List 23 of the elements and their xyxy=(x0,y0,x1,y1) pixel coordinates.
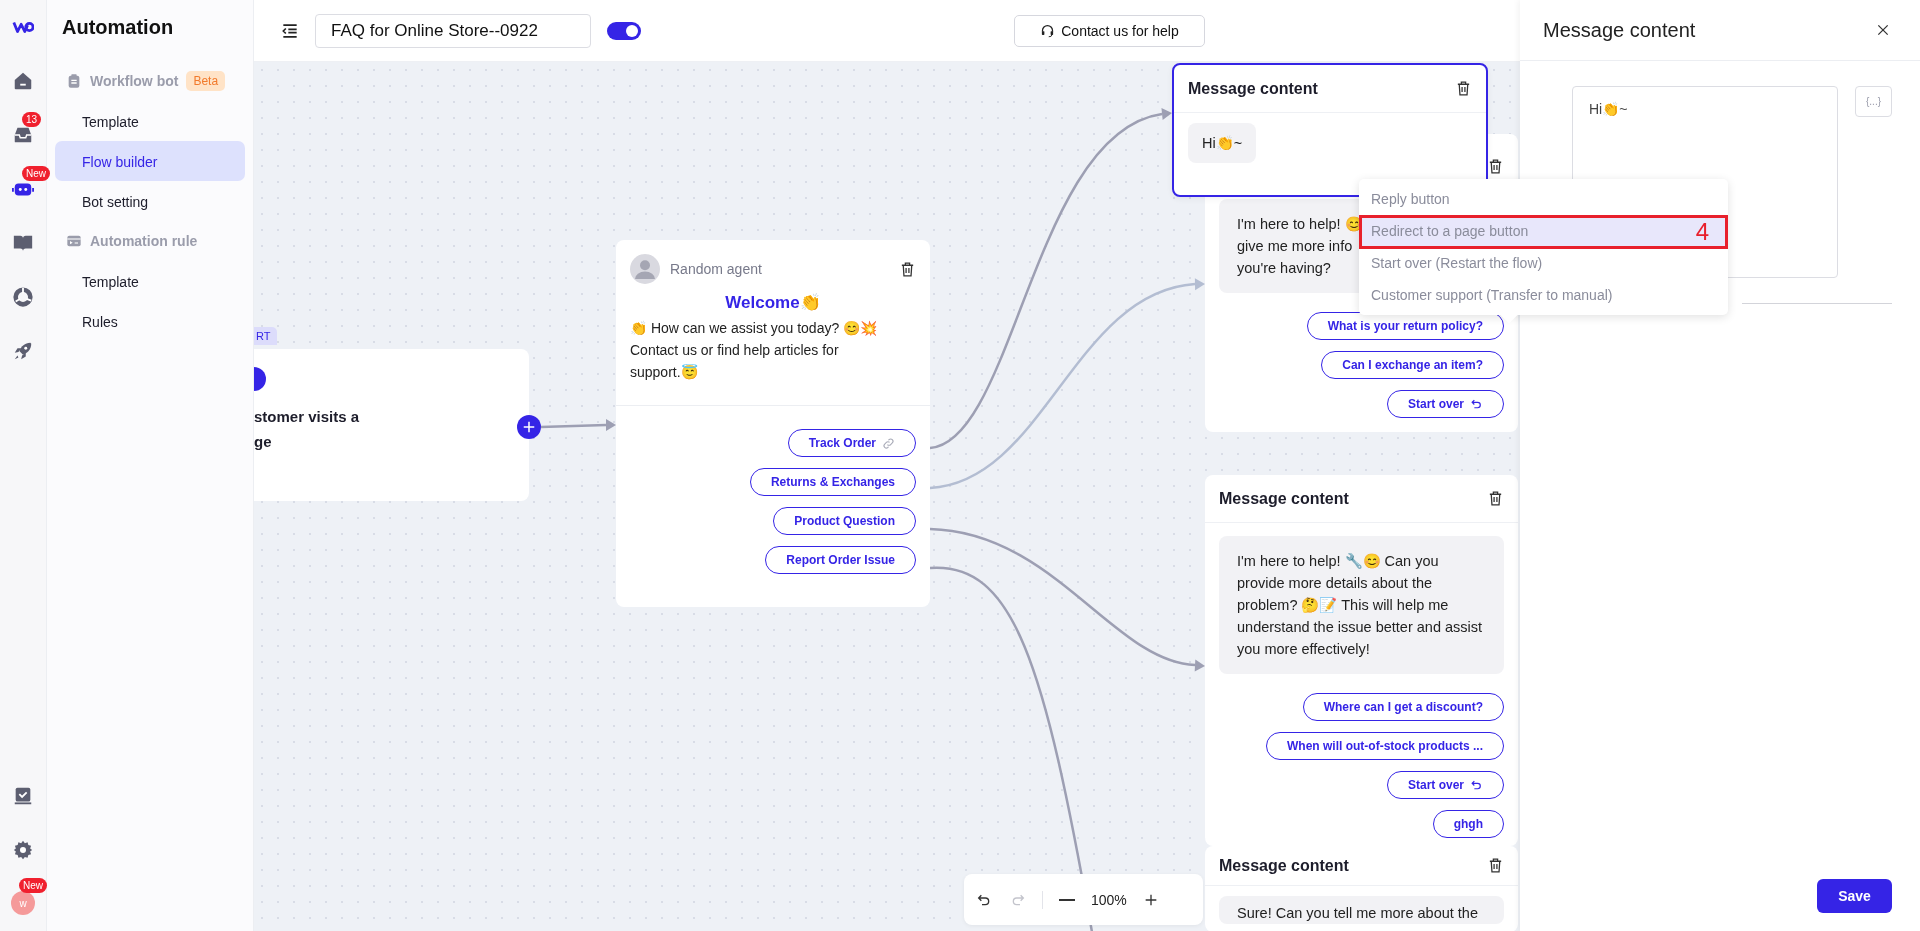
section-label: Automation rule xyxy=(90,233,198,249)
agent-name: Random agent xyxy=(670,261,763,277)
trigger-title: stomer visits a xyxy=(254,407,360,427)
avatar-initial: w xyxy=(19,897,27,909)
sidebar-title: Automation xyxy=(62,16,175,39)
count-badge: 13 xyxy=(22,112,42,127)
section-label: Workflow bot xyxy=(90,73,179,89)
node-title: Message content xyxy=(1219,489,1349,508)
annotation-number: 4 xyxy=(1695,218,1709,246)
beta-tag: Beta xyxy=(186,71,226,91)
start-tag: RT xyxy=(254,327,278,345)
panel-title: Message content xyxy=(1543,18,1696,42)
message-bubble: I'm here to help! 🔧😊 Can you provide more details about the problem? 🤔📝 This will help me understand the issue better and assist you more effectively! xyxy=(1219,536,1504,674)
node-title: Message content xyxy=(1219,856,1349,875)
node-title: Message content xyxy=(1188,79,1318,98)
new-badge: New xyxy=(19,878,47,893)
welcome-message: 👏 How can we assist you today? 😊💥 Contact us or find help articles for support.😇 xyxy=(629,319,879,382)
message-bubble: Sure! Can you tell me more about the xyxy=(1219,896,1504,924)
zoom-level: 100% xyxy=(1091,891,1127,908)
trigger-title: ge xyxy=(254,432,272,452)
count-badge: New xyxy=(22,166,50,181)
welcome-heading: Welcome👏 xyxy=(725,292,821,313)
message-bubble: Hi👏~ xyxy=(1188,123,1257,163)
